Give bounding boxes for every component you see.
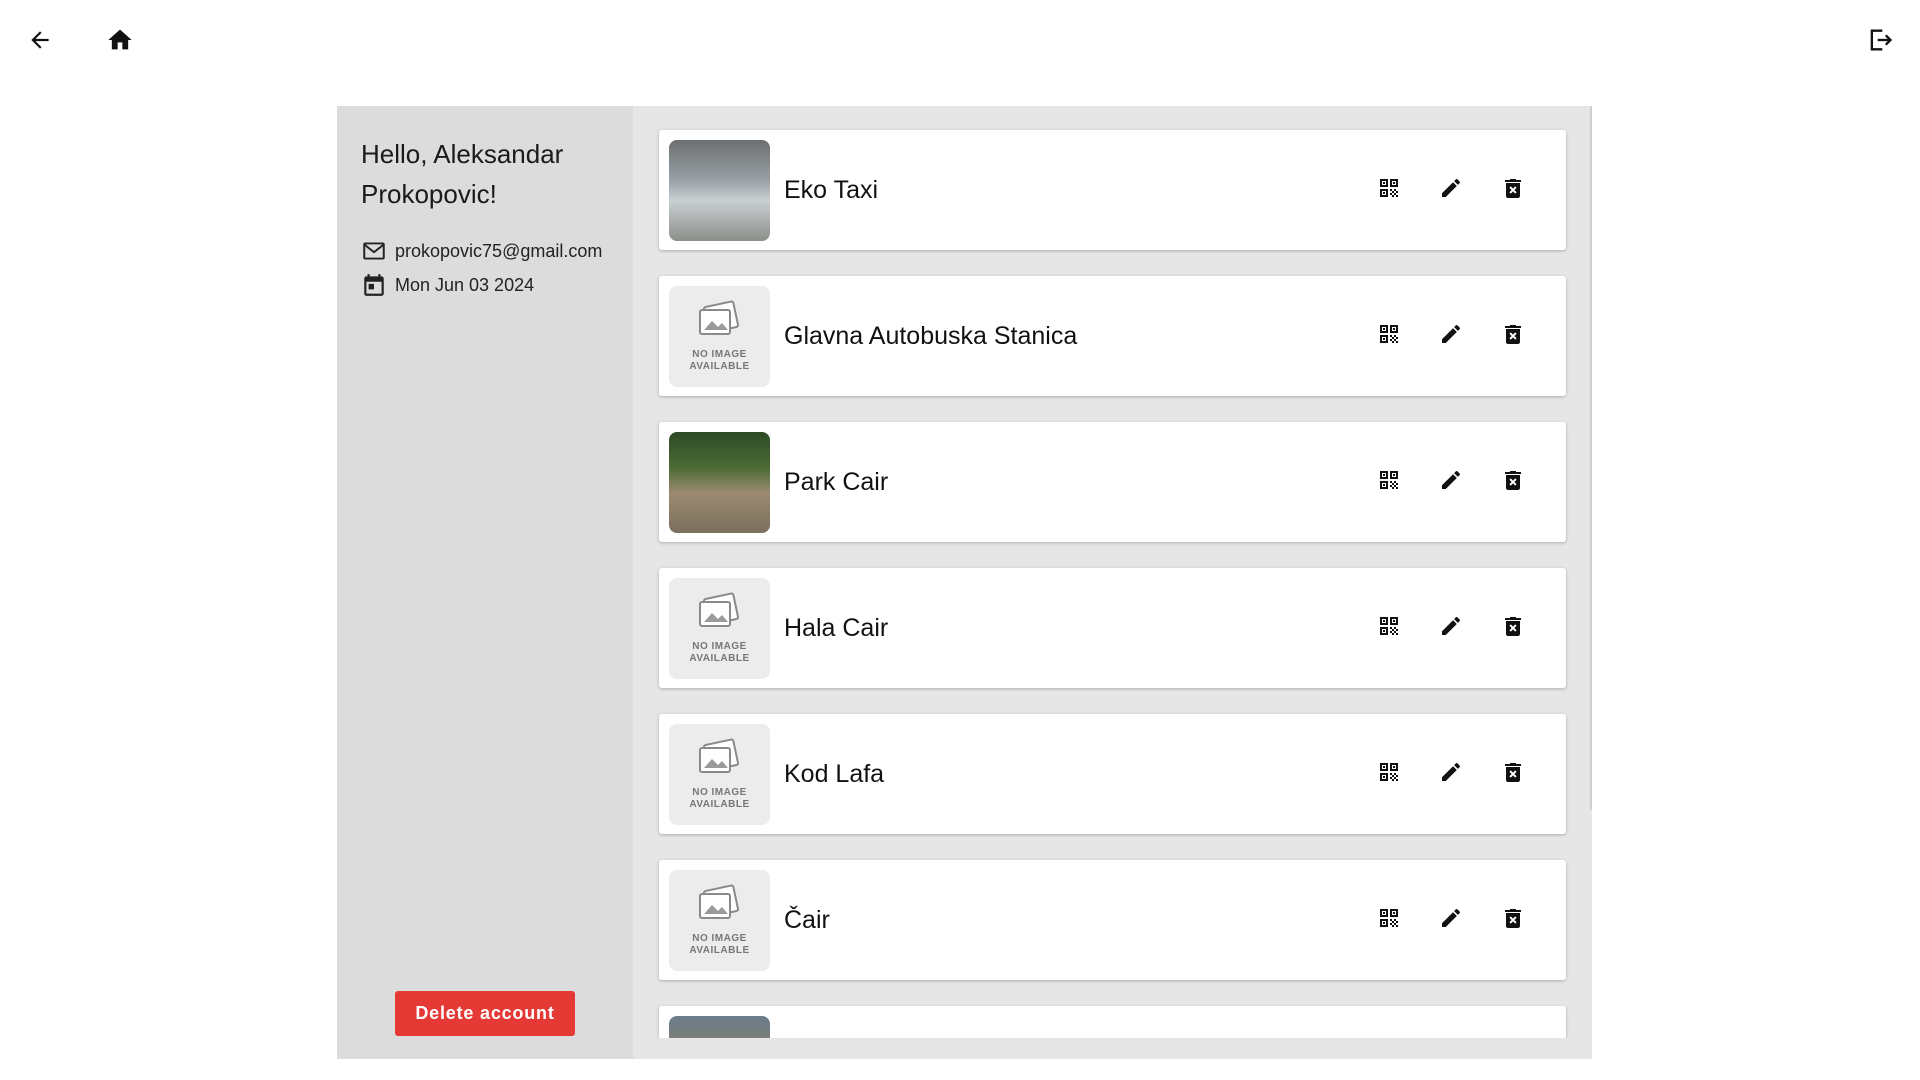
no-image-line2: AVAILABLE (689, 652, 750, 664)
edit-button[interactable] (1438, 323, 1464, 349)
delete-icon (1501, 468, 1525, 497)
place-actions (1376, 615, 1526, 641)
qr-code-button[interactable] (1376, 761, 1402, 787)
profile-panel: Hello, Aleksandar Prokopovic! prokopovic… (337, 106, 1592, 1059)
place-thumbnail (669, 139, 770, 241)
logout-button[interactable] (1862, 22, 1898, 58)
no-image-line1: NO IMAGE (692, 348, 747, 360)
delete-button[interactable] (1500, 615, 1526, 641)
place-card[interactable]: NO IMAGE AVAILABLE Hala Cair (659, 568, 1566, 688)
qr-code-button[interactable] (1376, 907, 1402, 933)
no-image-placeholder: NO IMAGE AVAILABLE (669, 723, 770, 825)
no-image-text: NO IMAGE AVAILABLE (689, 349, 749, 373)
no-image-icon (696, 300, 744, 345)
edit-icon (1439, 906, 1463, 935)
scrollbar[interactable] (1590, 106, 1592, 810)
delete-icon (1501, 614, 1525, 643)
delete-button[interactable] (1500, 323, 1526, 349)
no-image-text: NO IMAGE AVAILABLE (689, 787, 749, 811)
calendar-icon (364, 274, 384, 296)
delete-button[interactable] (1500, 907, 1526, 933)
delete-button[interactable] (1500, 469, 1526, 495)
place-actions (1376, 761, 1526, 787)
place-name: Čair (784, 905, 830, 934)
places-list: Eko Taxi NO IMAGE AVAILABLE Glavna Autobusk… (633, 106, 1592, 1038)
email-row: prokopovic75@gmail.com (361, 238, 609, 264)
qr-code-button[interactable] (1376, 177, 1402, 203)
place-card[interactable] (659, 1006, 1566, 1038)
place-card[interactable]: NO IMAGE AVAILABLE Glavna Autobuska Stanic… (659, 276, 1566, 396)
home-button[interactable] (102, 22, 138, 58)
back-button[interactable] (22, 22, 58, 58)
edit-icon (1439, 760, 1463, 789)
qr-code-icon (1377, 614, 1401, 643)
qr-code-button[interactable] (1376, 615, 1402, 641)
greeting: Hello, Aleksandar Prokopovic! (361, 139, 564, 209)
qr-code-button[interactable] (1376, 469, 1402, 495)
arrow-back-icon (31, 31, 49, 49)
place-name: Glavna Autobuska Stanica (784, 321, 1078, 350)
place-thumbnail (669, 1015, 770, 1038)
delete-icon (1501, 760, 1525, 789)
edit-icon (1439, 614, 1463, 643)
edit-button[interactable] (1438, 761, 1464, 787)
date-row: Mon Jun 03 2024 (361, 272, 609, 298)
email-text: prokopovic75@gmail.com (395, 240, 603, 261)
no-image-text: NO IMAGE AVAILABLE (689, 933, 749, 957)
qr-code-icon (1377, 468, 1401, 497)
home-icon (108, 29, 132, 50)
qr-code-icon (1377, 760, 1401, 789)
qr-code-button[interactable] (1376, 323, 1402, 349)
no-image-placeholder: NO IMAGE AVAILABLE (669, 577, 770, 679)
place-actions (1376, 469, 1526, 495)
edit-button[interactable] (1438, 177, 1464, 203)
delete-icon (1501, 322, 1525, 351)
no-image-line2: AVAILABLE (689, 798, 750, 810)
edit-button[interactable] (1438, 469, 1464, 495)
mail-icon (363, 242, 385, 260)
edit-button[interactable] (1438, 907, 1464, 933)
delete-icon (1501, 176, 1525, 205)
place-name: Kod Lafa (784, 759, 885, 788)
edit-icon (1439, 176, 1463, 205)
no-image-line1: NO IMAGE (692, 640, 747, 652)
delete-icon (1501, 906, 1525, 935)
edit-icon (1439, 468, 1463, 497)
place-name: Park Cair (784, 467, 889, 496)
place-actions (1376, 907, 1526, 933)
place-name: Hala Cair (784, 613, 889, 642)
no-image-placeholder: NO IMAGE AVAILABLE (669, 285, 770, 387)
no-image-placeholder: NO IMAGE AVAILABLE (669, 869, 770, 971)
no-image-line2: AVAILABLE (689, 944, 750, 956)
place-card[interactable]: NO IMAGE AVAILABLE Kod Lafa (659, 714, 1566, 834)
delete-button[interactable] (1500, 177, 1526, 203)
no-image-line2: AVAILABLE (689, 360, 750, 372)
no-image-line1: NO IMAGE (692, 786, 747, 798)
place-card[interactable]: NO IMAGE AVAILABLE Čair (659, 860, 1566, 980)
no-image-icon (696, 592, 744, 637)
edit-button[interactable] (1438, 615, 1464, 641)
delete-account-button[interactable]: Delete account (395, 991, 575, 1036)
no-image-icon (696, 884, 744, 929)
no-image-line1: NO IMAGE (692, 932, 747, 944)
profile-sidebar: Hello, Aleksandar Prokopovic! prokopovic… (337, 106, 633, 1059)
edit-icon (1439, 322, 1463, 351)
place-card[interactable]: Eko Taxi (659, 130, 1566, 250)
no-image-text: NO IMAGE AVAILABLE (689, 641, 749, 665)
place-card[interactable]: Park Cair (659, 422, 1566, 542)
place-actions (1376, 177, 1526, 203)
qr-code-icon (1377, 906, 1401, 935)
logout-icon (1870, 29, 1893, 51)
qr-code-icon (1377, 322, 1401, 351)
place-name: Eko Taxi (784, 175, 879, 204)
date-text: Mon Jun 03 2024 (395, 274, 535, 295)
no-image-icon (696, 738, 744, 783)
place-thumbnail (669, 431, 770, 533)
delete-button[interactable] (1500, 761, 1526, 787)
place-actions (1376, 323, 1526, 349)
qr-code-icon (1377, 176, 1401, 205)
